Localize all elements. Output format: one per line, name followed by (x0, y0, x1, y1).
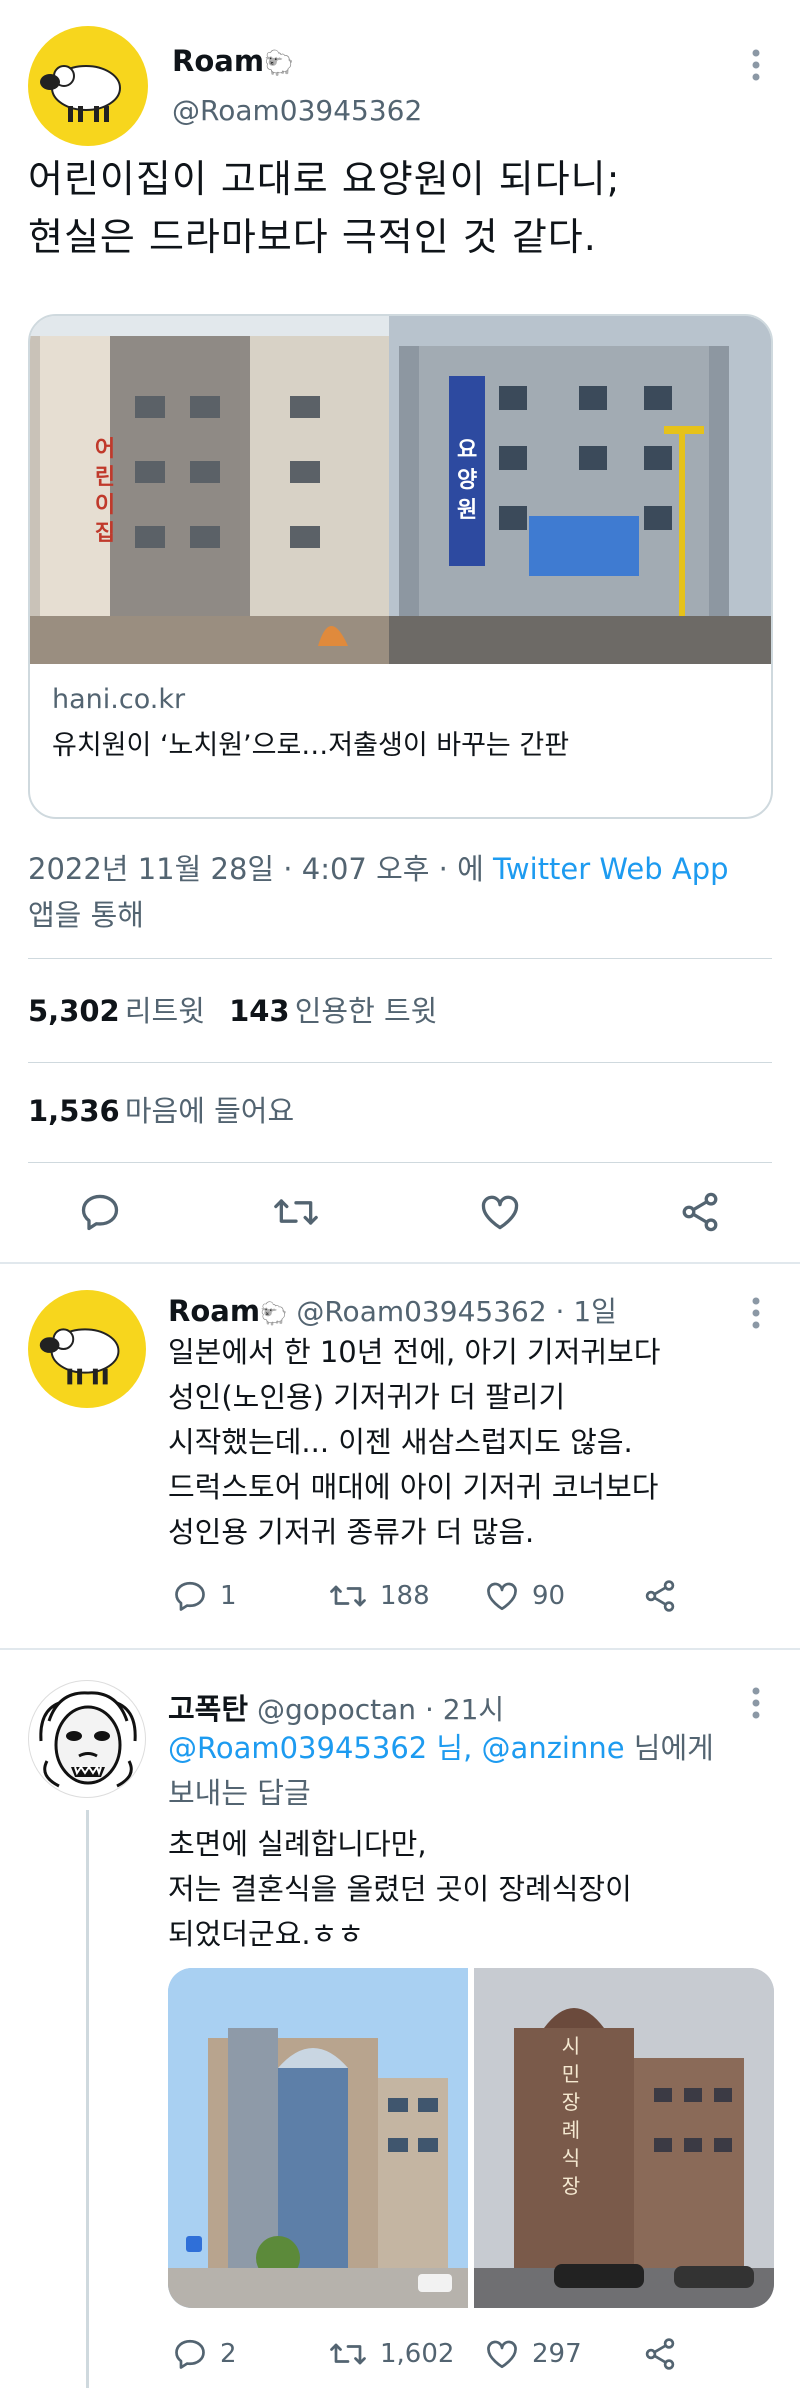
reply-action[interactable]: 1 (172, 1578, 237, 1614)
reply-action[interactable]: 2 (172, 2336, 237, 2372)
card-image: 어린이집 요양원 (30, 316, 771, 664)
share-icon[interactable] (678, 1190, 722, 1234)
tweet-text: 어린이집이 고대로 요양원이 되다니; 현실은 드라마보다 극적인 것 같다. (28, 150, 778, 266)
reply-icon[interactable] (172, 1578, 208, 1614)
likes-count[interactable]: 1,536 (28, 1094, 120, 1128)
retweet-action[interactable]: 1,602 (328, 2336, 454, 2372)
reply-text: 일본에서 한 10년 전에, 아기 기저귀보다 성인(노인용) 기저귀가 더 팔… (168, 1330, 778, 1555)
like-icon[interactable] (484, 1578, 520, 1614)
reply-icon[interactable] (172, 2336, 208, 2372)
sheep-icon (40, 65, 121, 122)
share-icon[interactable] (642, 2336, 678, 2372)
divider (0, 1262, 800, 1264)
retweets-stat[interactable]: 5,302 리트윗 143 인용한 트윗 (28, 988, 437, 1030)
divider (0, 1648, 800, 1650)
reply-text-line: 저는 결혼식을 올렸던 곳이 장례식장이 (168, 1872, 632, 1906)
retweet-action[interactable]: 188 (328, 1578, 430, 1614)
retweet-icon[interactable] (272, 1190, 320, 1234)
reply-text-line: 성인용 기저귀 종류가 더 많음. (168, 1515, 535, 1549)
reply-count[interactable]: 2 (220, 2339, 237, 2369)
sheep-emoji: 🐑 (260, 1302, 288, 1327)
photo-wedding-hall[interactable] (168, 1968, 468, 2308)
more-icon[interactable] (750, 1686, 762, 1722)
replying-to: @Roam03945362 님, @anzinne 님에게 보내는 답글 (168, 1726, 778, 1816)
more-icon[interactable] (750, 1296, 762, 1332)
author-name[interactable]: Roam🐑 (172, 44, 294, 78)
retweet-count[interactable]: 1,602 (380, 2339, 454, 2369)
reply-text: 초면에 실례합니다만, 저는 결혼식을 올렸던 곳이 장례식장이 되었더군요.ㅎ… (168, 1822, 778, 1957)
reply-to-handles[interactable]: @Roam03945362 님, @anzinne (168, 1731, 625, 1765)
source-suffix: 앱을 통해 (28, 898, 144, 932)
author-handle[interactable]: @Roam03945362 (296, 1295, 546, 1328)
author-name-text[interactable]: Roam (172, 44, 264, 78)
card-domain: hani.co.kr (52, 684, 186, 715)
tweet-text-line: 어린이집이 고대로 요양원이 되다니; (28, 157, 621, 201)
thread-line (86, 1810, 89, 2388)
reply-media[interactable]: 시민장례식장 (168, 1968, 774, 2308)
author-name[interactable]: 고폭탄 (168, 1692, 248, 1726)
tweet-text-line: 현실은 드라마보다 극적인 것 같다. (28, 215, 597, 259)
likes-label[interactable]: 마음에 들어요 (125, 1094, 294, 1128)
avatar[interactable] (28, 1290, 146, 1408)
photo-funeral-hall[interactable]: 시민장례식장 (474, 1968, 774, 2308)
card-photo-right: 요양원 (389, 316, 771, 664)
like-icon[interactable] (478, 1190, 522, 1234)
retweets-label[interactable]: 리트윗 (125, 994, 205, 1028)
sheep-emoji: 🐑 (264, 49, 294, 77)
quotes-count[interactable]: 143 (229, 994, 290, 1028)
retweet-icon[interactable] (328, 1578, 368, 1614)
reply-header: Roam🐑 @Roam03945362 · 1일 (168, 1290, 617, 1330)
quotes-label[interactable]: 인용한 트윗 (295, 994, 438, 1028)
reply-to-suffix: 님에게 (624, 1731, 714, 1765)
sign-left: 어린이집 (94, 437, 116, 546)
tweet-date: 2022년 11월 28일 · 4:07 오후 · 에 Twitter Web … (28, 846, 788, 938)
reply-count[interactable]: 1 (220, 1581, 237, 1611)
reply-text-line: 되었더군요.ㅎㅎ (168, 1917, 364, 1951)
reply-text-line: 성인(노인용) 기저귀가 더 팔리기 (168, 1380, 566, 1414)
divider (28, 958, 772, 959)
divider (28, 1062, 772, 1063)
reply-icon[interactable] (78, 1190, 122, 1234)
reply-time[interactable]: · 1일 (556, 1295, 617, 1328)
author-name[interactable]: Roam (168, 1294, 260, 1328)
funeral-hall-sign: 시민장례식장 (561, 2034, 581, 2198)
reply-to-line2: 보내는 답글 (168, 1776, 311, 1810)
like-count[interactable]: 90 (532, 1581, 565, 1611)
author-handle[interactable]: @Roam03945362 (172, 94, 422, 127)
author-handle[interactable]: @gopoctan (257, 1693, 416, 1726)
share-icon[interactable] (642, 1578, 678, 1614)
source-link[interactable]: Twitter Web App (493, 852, 729, 886)
card-headline: 유치원이 ‘노치원’으로…저출생이 바꾸는 간판 (52, 730, 570, 761)
divider (28, 1162, 772, 1163)
reply-text-line: 시작했는데... 이젠 새삼스럽지도 않음. (168, 1425, 633, 1459)
reply-time[interactable]: · 21시 (425, 1693, 504, 1726)
link-card[interactable]: 어린이집 요양원 hani.co.kr 유치원이 ‘노치원’으로…저출생이 바꾸… (28, 314, 773, 819)
like-count[interactable]: 297 (532, 2339, 582, 2369)
reply-text-line: 일본에서 한 10년 전에, 아기 기저귀보다 (168, 1335, 661, 1369)
like-action[interactable]: 90 (484, 1578, 565, 1614)
more-icon[interactable] (750, 48, 762, 84)
reply-text-line: 초면에 실례합니다만, (168, 1827, 427, 1861)
sign-right: 요양원 (456, 438, 478, 523)
card-photo-left: 어린이집 (30, 316, 390, 664)
avatar[interactable] (28, 26, 148, 146)
reply-text-line: 드럭스토어 매대에 아이 기저귀 코너보다 (168, 1470, 659, 1504)
like-action[interactable]: 297 (484, 2336, 582, 2372)
retweet-count[interactable]: 188 (380, 1581, 430, 1611)
reply-header: 고폭탄 @gopoctan · 21시 (168, 1686, 504, 1728)
retweet-icon[interactable] (328, 2336, 368, 2372)
like-icon[interactable] (484, 2336, 520, 2372)
lion-mask-icon (32, 1684, 144, 1796)
sheep-icon (39, 1328, 120, 1385)
date-text: 2022년 11월 28일 · 4:07 오후 · 에 (28, 852, 493, 886)
retweets-count[interactable]: 5,302 (28, 994, 120, 1028)
likes-stat[interactable]: 1,536 마음에 들어요 (28, 1088, 294, 1130)
avatar[interactable] (28, 1680, 146, 1798)
